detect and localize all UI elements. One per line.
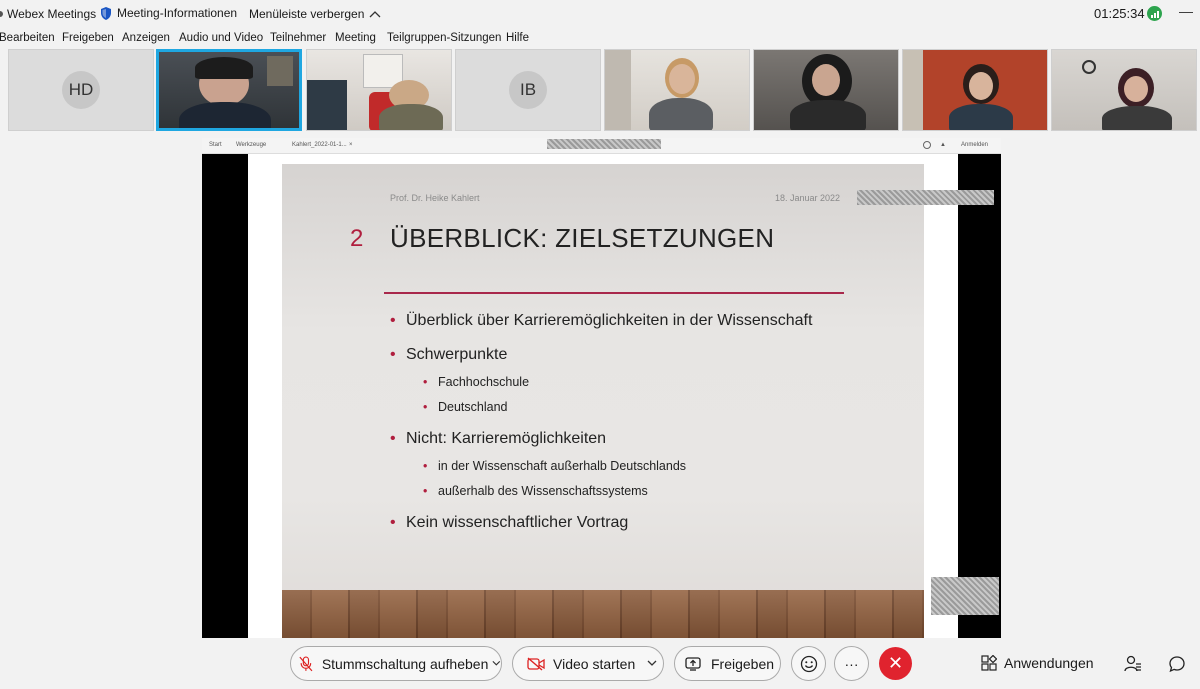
- viewer-sign-in[interactable]: Anmelden: [961, 142, 988, 148]
- chat-icon: [1169, 656, 1185, 673]
- participants-panel-button[interactable]: [1124, 655, 1142, 673]
- share-label: Freigeben: [711, 655, 775, 672]
- help-icon[interactable]: [923, 141, 931, 149]
- shield-icon: [101, 6, 111, 20]
- menu-help[interactable]: Hilfe: [506, 32, 529, 44]
- share-screen-icon: [685, 656, 701, 671]
- participant-tile[interactable]: [753, 49, 899, 131]
- apps-icon: [981, 655, 997, 671]
- unmute-label: Stummschaltung aufheben: [321, 655, 489, 672]
- more-icon: ···: [844, 655, 859, 672]
- slide-floor-decoration: [282, 590, 924, 638]
- participant-video: [307, 50, 451, 130]
- connection-signal-icon: [1147, 6, 1162, 21]
- leave-meeting-button[interactable]: ✕: [879, 647, 912, 680]
- menu-share[interactable]: Freigeben: [62, 32, 114, 44]
- close-icon[interactable]: ×: [349, 142, 353, 148]
- participant-tile-active[interactable]: [156, 49, 302, 131]
- meeting-info-label: Meeting-Informationen: [117, 6, 238, 20]
- slide-title: ÜBERBLICK: ZIELSETZUNGEN: [390, 223, 775, 253]
- menu-participants[interactable]: Teilnehmer: [270, 32, 326, 44]
- close-icon: ✕: [887, 653, 904, 673]
- menu-edit[interactable]: Bearbeiten: [0, 32, 55, 44]
- slide-date: 18. Januar 2022: [775, 193, 841, 203]
- title-divider: [384, 292, 844, 294]
- slide-sub-bullet: außerhalb des Wissenschaftssystems: [423, 484, 648, 498]
- share-button[interactable]: Freigeben: [674, 646, 781, 681]
- participant-tile[interactable]: [902, 49, 1048, 131]
- minimize-icon[interactable]: —: [1179, 3, 1193, 19]
- viewer-tab-start[interactable]: Start: [209, 142, 222, 148]
- title-bar: Webex Meetings Meeting-Informationen Men…: [0, 0, 1200, 28]
- more-options-button[interactable]: ···: [834, 646, 869, 681]
- video-off-icon: [527, 656, 545, 671]
- avatar: HD: [62, 71, 100, 109]
- webex-logo-icon: [0, 11, 3, 17]
- participant-video: [1052, 50, 1196, 130]
- participant-tile[interactable]: [306, 49, 452, 131]
- chevron-down-icon[interactable]: [647, 660, 657, 667]
- participant-video: [605, 50, 749, 130]
- slide-bullet: Schwerpunkte: [390, 346, 507, 364]
- chevron-down-icon[interactable]: [492, 660, 501, 667]
- meeting-clock: 01:25:34: [1094, 6, 1145, 21]
- slide-sub-bullet: Fachhochschule: [423, 375, 529, 389]
- smiley-icon: [800, 655, 817, 672]
- avatar: IB: [509, 71, 547, 109]
- participants-icon: [1124, 655, 1141, 672]
- muted-microphone-icon: [299, 656, 313, 671]
- chevron-up-icon: [369, 11, 381, 18]
- app-name: Webex Meetings: [7, 7, 97, 21]
- participant-tile[interactable]: [1051, 49, 1197, 131]
- menu-audio-video[interactable]: Audio und Video: [179, 32, 263, 44]
- bell-icon[interactable]: ▲: [940, 142, 946, 148]
- viewer-tab-tools[interactable]: Werkzeuge: [236, 142, 266, 148]
- participant-tile[interactable]: HD: [8, 49, 154, 131]
- app-title: Webex Meetings: [0, 7, 96, 21]
- slide-sub-bullet: in der Wissenschaft außerhalb Deutschlan…: [423, 459, 686, 473]
- unmute-button[interactable]: Stummschaltung aufheben: [290, 646, 502, 681]
- menu-breakout-sessions[interactable]: Teilgruppen-Sitzungen: [387, 32, 501, 44]
- slide-bullet: Kein wissenschaftlicher Vortrag: [390, 514, 628, 532]
- participant-video: [159, 52, 299, 128]
- chat-panel-button[interactable]: [1168, 655, 1186, 673]
- start-video-button[interactable]: Video starten: [512, 646, 664, 681]
- start-video-label: Video starten: [553, 655, 636, 672]
- redacted-area: [857, 190, 994, 205]
- apps-button[interactable]: Anwendungen: [981, 655, 1094, 671]
- meeting-info-button[interactable]: Meeting-Informationen: [100, 6, 237, 20]
- reactions-button[interactable]: [791, 646, 826, 681]
- participant-video: [903, 50, 1047, 130]
- hide-menu-label: Menüleiste verbergen: [249, 7, 365, 21]
- viewer-toolbar: Start Werkzeuge Kahlert_2022-01-1... × ▲…: [202, 138, 1001, 154]
- menu-meeting[interactable]: Meeting: [335, 32, 376, 44]
- slide-sub-bullet: Deutschland: [423, 400, 507, 414]
- participant-video: [754, 50, 898, 130]
- presentation-slide: Prof. Dr. Heike Kahlert 18. Januar 2022 …: [282, 164, 924, 638]
- menu-view[interactable]: Anzeigen: [122, 32, 170, 44]
- hide-menu-button[interactable]: Menüleiste verbergen: [249, 7, 381, 21]
- apps-label: Anwendungen: [1004, 655, 1094, 671]
- viewer-doc-tab[interactable]: Kahlert_2022-01-1...: [292, 142, 347, 148]
- participant-tile[interactable]: [604, 49, 750, 131]
- slide-bullet: Nicht: Karrieremöglichkeiten: [390, 430, 606, 448]
- slide-number: 2: [350, 225, 364, 252]
- slide-author: Prof. Dr. Heike Kahlert: [390, 193, 480, 203]
- participant-tile[interactable]: IB: [455, 49, 601, 131]
- shared-content: Start Werkzeuge Kahlert_2022-01-1... × ▲…: [202, 138, 1001, 638]
- redacted-area: [547, 139, 661, 149]
- slide-bullet: Überblick über Karrieremöglichkeiten in …: [390, 312, 812, 330]
- redacted-area: [931, 577, 999, 615]
